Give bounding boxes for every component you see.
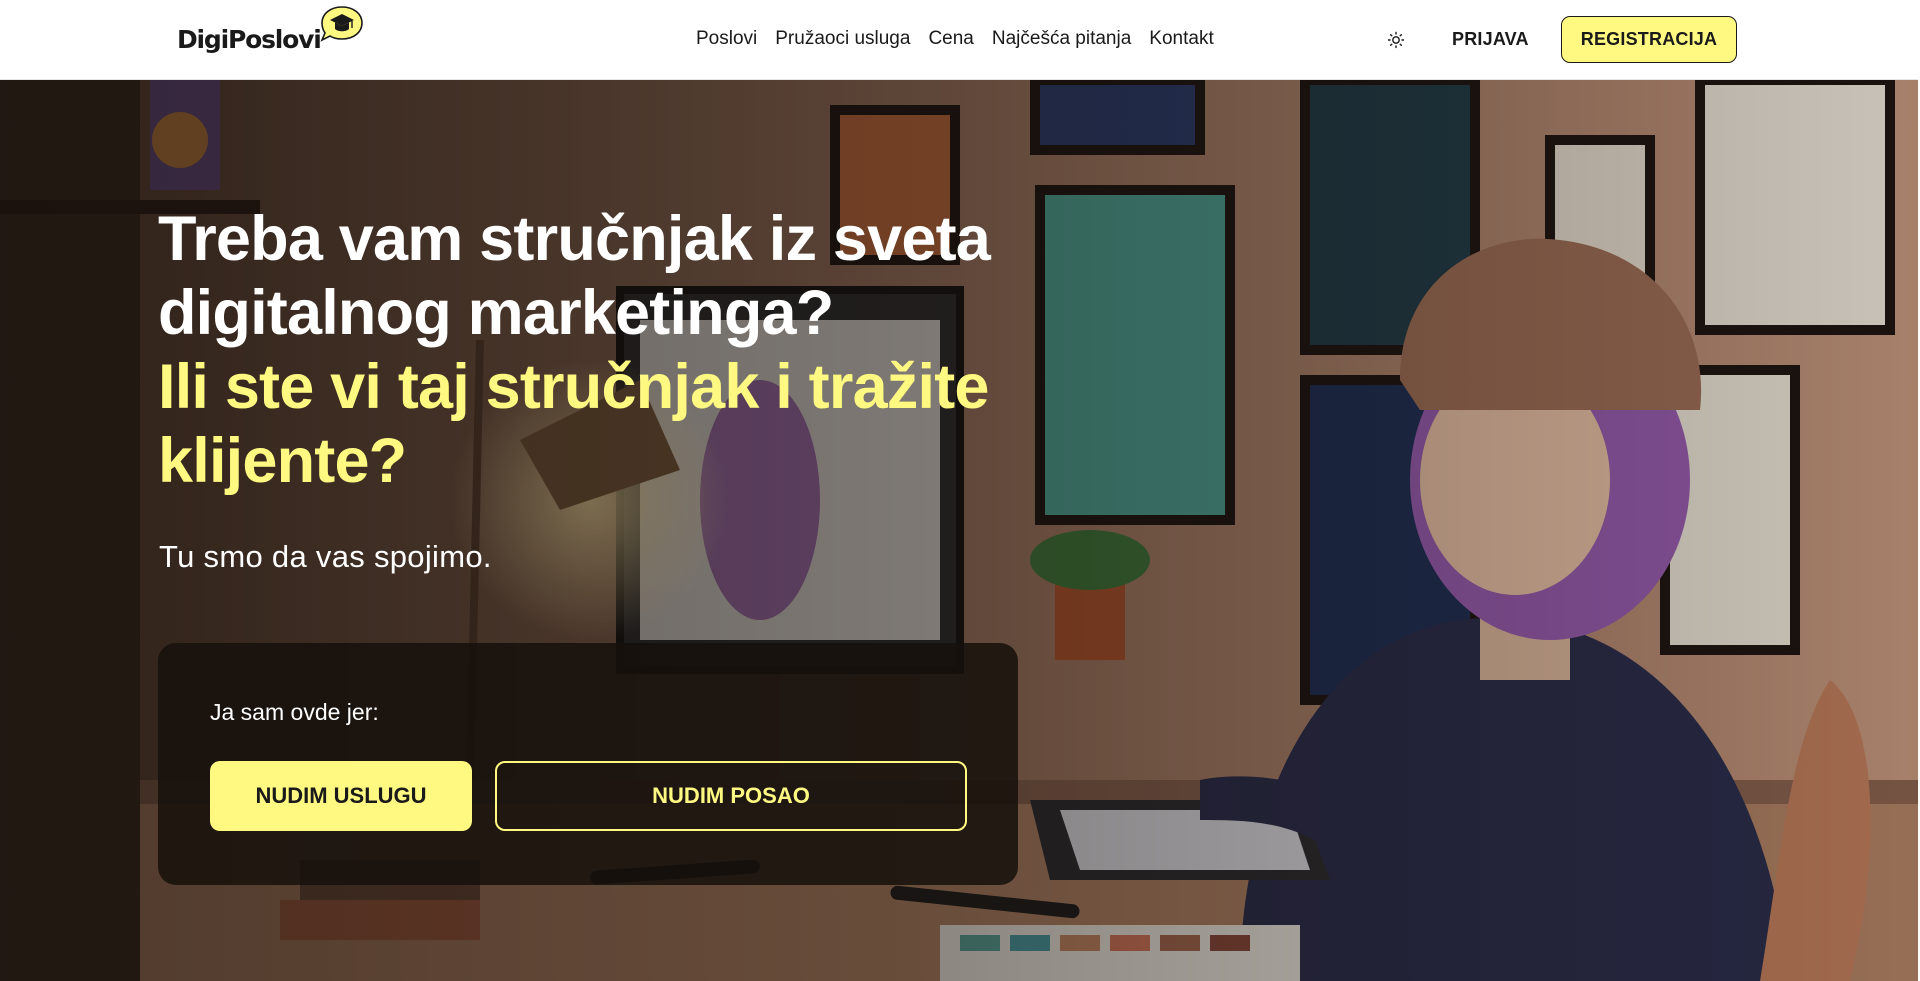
headline-line-3: Ili ste vi taj stručnjak i tražite xyxy=(158,352,989,422)
sun-icon xyxy=(1387,31,1405,49)
nav-link-pruzaoci-usluga[interactable]: Pružaoci usluga xyxy=(775,28,910,50)
nav-link-poslovi[interactable]: Poslovi xyxy=(696,28,757,50)
offer-service-button[interactable]: NUDIM USLUGU xyxy=(210,761,472,831)
login-link[interactable]: PRIJAVA xyxy=(1452,29,1529,50)
role-choice-label: Ja sam ovde jer: xyxy=(210,699,379,725)
headline-line-4: klijente? xyxy=(158,426,407,496)
brand-name: DigiPoslovi xyxy=(177,25,322,54)
nav-link-cena[interactable]: Cena xyxy=(928,28,973,50)
nav-link-kontakt[interactable]: Kontakt xyxy=(1149,28,1213,50)
headline-line-1: Treba vam stručnjak iz sveta xyxy=(158,204,991,274)
theme-toggle-button[interactable] xyxy=(1384,28,1408,52)
graduation-cap-bubble-icon xyxy=(320,6,363,42)
site-header: DigiPoslovi Poslovi Pružaoci usluga Cena… xyxy=(0,0,1918,80)
role-choice-panel: Ja sam ovde jer: NUDIM USLUGU NUDIM POSA… xyxy=(158,643,1018,885)
nav-link-najcesca-pitanja[interactable]: Najčešća pitanja xyxy=(992,28,1131,50)
hero-headline: Treba vam stručnjak iz sveta digitalnog … xyxy=(158,202,1058,498)
hero-subline: Tu smo da vas spojimo. xyxy=(159,539,492,574)
brand-logo-link[interactable]: DigiPoslovi xyxy=(177,6,363,54)
hero-section: Treba vam stručnjak iz sveta digitalnog … xyxy=(0,80,1918,981)
register-button[interactable]: REGISTRACIJA xyxy=(1561,16,1737,63)
offer-job-button[interactable]: NUDIM POSAO xyxy=(495,761,967,831)
headline-line-2: digitalnog marketinga? xyxy=(158,278,834,348)
main-nav: Poslovi Pružaoci usluga Cena Najčešća pi… xyxy=(696,28,1232,50)
